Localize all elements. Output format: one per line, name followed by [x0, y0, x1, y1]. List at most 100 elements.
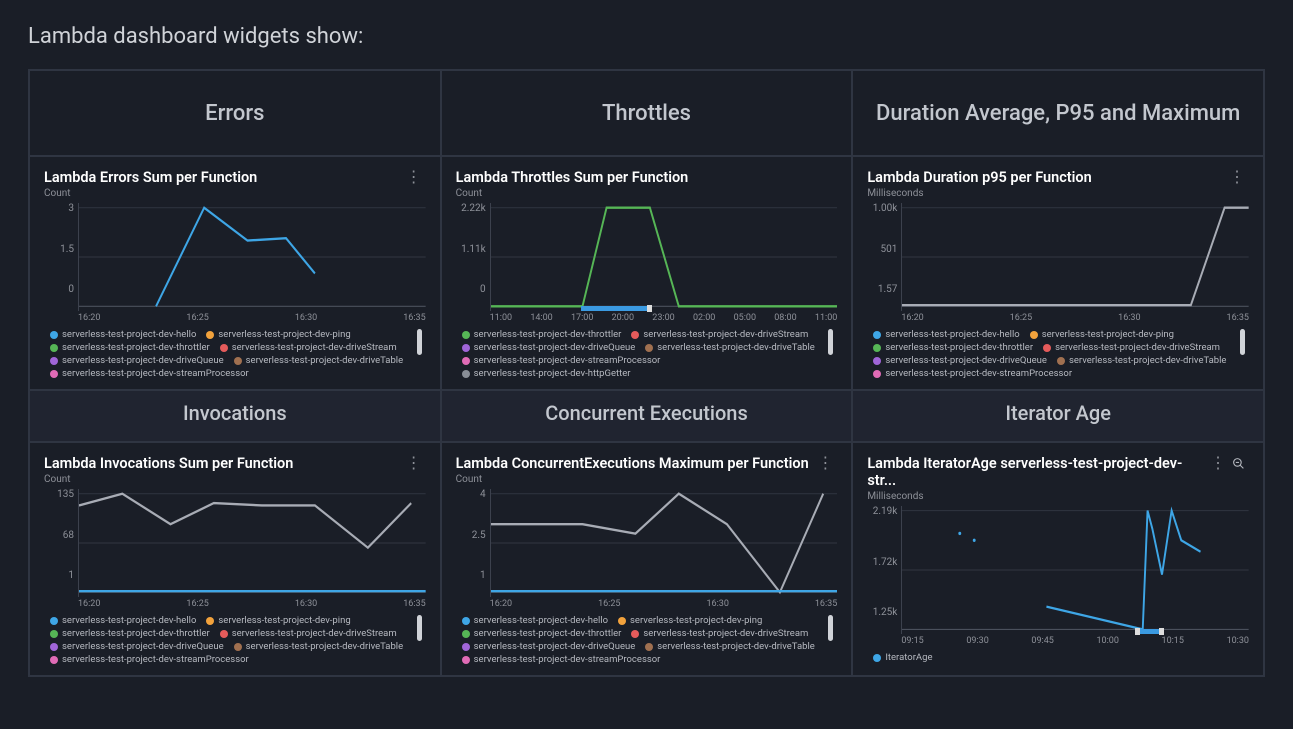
legend-item[interactable]: serverless-test-project-dev-driveTable — [1057, 355, 1227, 366]
legend-item[interactable]: serverless-test-project-dev-streamProces… — [50, 368, 249, 379]
legend-item[interactable]: serverless-test-project-dev-driveQueue — [462, 641, 636, 652]
legend-label: serverless-test-project-dev-throttler — [885, 342, 1033, 353]
legend-label: serverless-test-project-dev-streamProces… — [885, 368, 1072, 379]
legend: serverless-test-project-dev-throttler ser… — [456, 329, 838, 379]
widget-throttles[interactable]: Lambda Throttles Sum per Function Count … — [441, 156, 853, 390]
plot[interactable] — [490, 203, 838, 311]
legend-item[interactable]: serverless-test-project-dev-streamProces… — [462, 654, 661, 665]
legend-item[interactable]: serverless-test-project-dev-driveStream — [220, 342, 397, 353]
legend-scrollbar[interactable] — [417, 329, 422, 355]
plot[interactable] — [901, 203, 1249, 311]
x-axis: 09:15 09:30 09:45 10:00 10:15 10:30 — [867, 636, 1249, 646]
legend-item[interactable]: serverless-test-project-dev-driveQueue — [873, 355, 1047, 366]
legend-item[interactable]: serverless-test-project-dev-driveTable — [234, 355, 404, 366]
legend-scrollbar[interactable] — [828, 329, 833, 355]
plot[interactable] — [78, 203, 426, 311]
legend-item[interactable]: serverless-test-project-dev-driveQueue — [50, 355, 224, 366]
legend-item[interactable]: serverless-test-project-dev-driveStream — [220, 628, 397, 639]
legend-item[interactable]: IteratorAge — [873, 652, 932, 663]
legend-item[interactable]: serverless-test-project-dev-throttler — [462, 628, 622, 639]
legend-item[interactable]: serverless-test-project-dev-throttler — [462, 329, 622, 340]
time-range-handle-left[interactable] — [1135, 628, 1140, 635]
legend-label: serverless-test-project-dev-ping — [218, 329, 350, 340]
legend-swatch — [462, 617, 470, 625]
legend-swatch — [50, 643, 58, 651]
x-axis: 16:20 16:25 16:30 16:35 — [456, 599, 838, 609]
widget-concurrent[interactable]: Lambda ConcurrentExecutions Maximum per … — [441, 442, 853, 676]
widget-menu-icon[interactable]: ⋮ — [402, 455, 426, 471]
legend-label: serverless-test-project-dev-hello — [474, 615, 608, 626]
widget-duration[interactable]: Lambda Duration p95 per Function ⋮ Milli… — [852, 156, 1264, 390]
legend-item[interactable]: serverless-test-project-dev-driveQueue — [50, 641, 224, 652]
y-axis: 2.19k 1.72k 1.25k — [867, 506, 901, 634]
time-range-bar[interactable] — [1138, 629, 1159, 634]
legend-item[interactable]: serverless-test-project-dev-hello — [462, 615, 608, 626]
legend-swatch — [631, 630, 639, 638]
widget-actions[interactable]: ⋮ — [1206, 455, 1249, 471]
time-range-handle[interactable] — [647, 305, 652, 312]
legend-item[interactable]: serverless-test-project-dev-streamProces… — [462, 355, 661, 366]
legend-swatch — [873, 357, 881, 365]
widget-menu-icon[interactable]: ⋮ — [1210, 455, 1226, 471]
legend-swatch — [873, 370, 881, 378]
widget-invocations[interactable]: Lambda Invocations Sum per Function ⋮ Co… — [29, 442, 441, 676]
chart-area: 1.00k 501 1.57 — [867, 203, 1249, 311]
legend-item[interactable]: serverless-test-project-dev-ping — [206, 615, 350, 626]
legend-scrollbar[interactable] — [828, 615, 833, 641]
legend-item[interactable]: serverless-test-project-dev-throttler — [873, 342, 1033, 353]
legend-swatch — [873, 344, 881, 352]
legend-item[interactable]: serverless-test-project-dev-hello — [873, 329, 1019, 340]
legend-item[interactable]: serverless-test-project-dev-hello — [50, 329, 196, 340]
widget-errors[interactable]: Lambda Errors Sum per Function ⋮ Count 3… — [29, 156, 441, 390]
chart-area: 2.19k 1.72k 1.25k — [867, 506, 1249, 634]
legend-item[interactable]: serverless-test-project-dev-ping — [1030, 329, 1174, 340]
legend-item[interactable]: serverless-test-project-dev-driveTable — [645, 641, 815, 652]
legend-item[interactable]: serverless-test-project-dev-driveStream — [1043, 342, 1220, 353]
y-axis-label: Milliseconds — [867, 188, 1249, 199]
legend-swatch — [462, 331, 470, 339]
legend-scrollbar[interactable] — [1240, 329, 1245, 355]
legend-swatch — [206, 331, 214, 339]
widget-iterator[interactable]: Lambda IteratorAge serverless-test-proje… — [852, 442, 1264, 676]
column-header-duration: Duration Average, P95 and Maximum — [852, 70, 1264, 156]
legend-swatch — [50, 617, 58, 625]
legend-scrollbar[interactable] — [417, 615, 422, 641]
legend-swatch — [645, 643, 653, 651]
legend-label: serverless-test-project-dev-driveStream — [643, 329, 808, 340]
legend-item[interactable]: serverless-test-project-dev-hello — [50, 615, 196, 626]
widget-menu-icon[interactable]: ⋮ — [402, 169, 426, 185]
legend-label: serverless-test-project-dev-driveQueue — [62, 641, 224, 652]
legend-item[interactable]: serverless-test-project-dev-streamProces… — [50, 654, 249, 665]
legend-swatch — [873, 654, 881, 662]
legend-item[interactable]: serverless-test-project-dev-driveStream — [631, 329, 808, 340]
legend-label: serverless-test-project-dev-hello — [885, 329, 1019, 340]
legend-swatch — [462, 344, 470, 352]
legend-item[interactable]: serverless-test-project-dev-driveStream — [631, 628, 808, 639]
y-axis-label: Count — [456, 188, 838, 199]
widget-menu-icon[interactable]: ⋮ — [1225, 169, 1249, 185]
legend-item[interactable]: serverless-test-project-dev-driveTable — [234, 641, 404, 652]
legend-item[interactable]: serverless-test-project-dev-driveQueue — [462, 342, 636, 353]
legend-item[interactable]: serverless-test-project-dev-throttler — [50, 628, 210, 639]
zoom-out-icon[interactable] — [1232, 457, 1245, 470]
legend-swatch — [618, 617, 626, 625]
widget-menu-icon[interactable]: ⋮ — [813, 455, 837, 471]
legend-item[interactable]: serverless-test-project-dev-ping — [618, 615, 762, 626]
legend-item[interactable]: serverless-test-project-dev-httpGetter — [462, 368, 631, 379]
time-range-handle-right[interactable] — [1159, 628, 1164, 635]
plot[interactable] — [490, 489, 838, 597]
legend-item[interactable]: serverless-test-project-dev-driveTable — [645, 342, 815, 353]
widget-title: Lambda Invocations Sum per Function — [44, 455, 293, 472]
legend-swatch — [1057, 357, 1065, 365]
legend-item[interactable]: serverless-test-project-dev-throttler — [50, 342, 210, 353]
plot[interactable] — [901, 506, 1249, 634]
legend-item[interactable]: serverless-test-project-dev-ping — [206, 329, 350, 340]
y-axis: 1.00k 501 1.57 — [867, 203, 901, 311]
legend: IteratorAge — [867, 652, 1249, 663]
legend-swatch — [462, 357, 470, 365]
plot[interactable] — [78, 489, 426, 597]
time-range-bar[interactable] — [581, 306, 650, 311]
legend-item[interactable]: serverless-test-project-dev-streamProces… — [873, 368, 1072, 379]
y-axis-label: Count — [44, 188, 426, 199]
legend-swatch — [50, 630, 58, 638]
